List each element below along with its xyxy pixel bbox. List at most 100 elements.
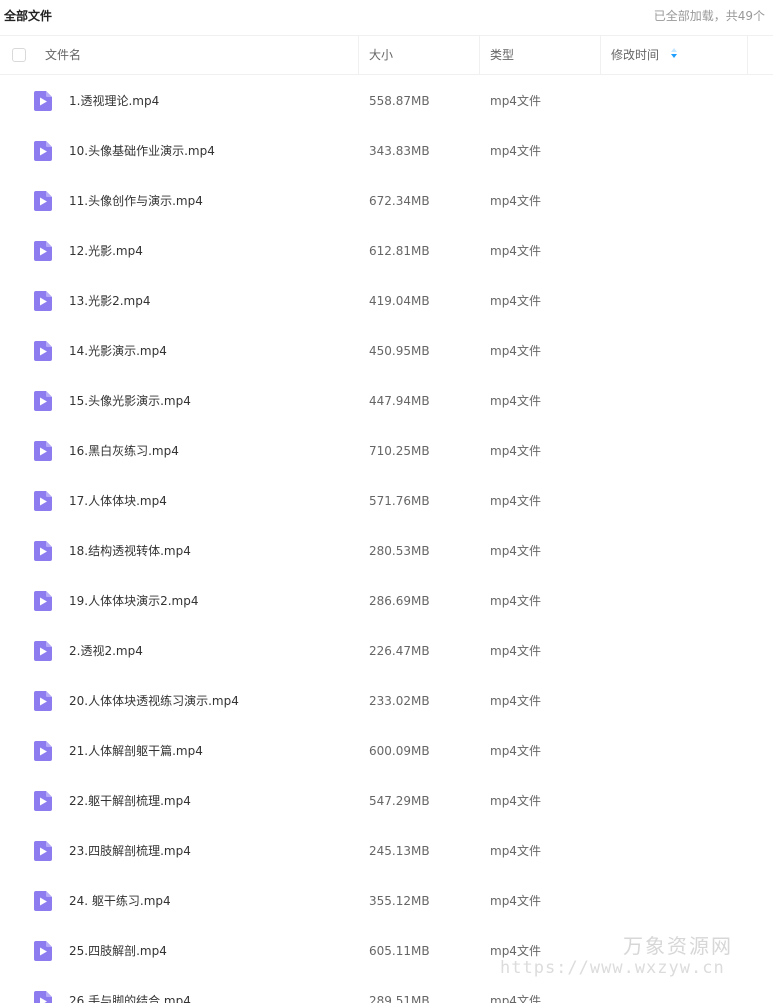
column-divider[interactable]	[479, 36, 480, 74]
column-divider[interactable]	[358, 36, 359, 74]
file-type: mp4文件	[490, 244, 541, 258]
file-size: 280.53MB	[369, 544, 430, 558]
column-divider[interactable]	[600, 36, 601, 74]
file-row[interactable]: 12.光影.mp4 612.81MB mp4文件	[0, 226, 773, 276]
column-size-header[interactable]: 大小	[369, 36, 393, 74]
column-modified-label: 修改时间	[611, 48, 660, 62]
file-name[interactable]: 12.光影.mp4	[69, 226, 143, 276]
file-row[interactable]: 13.光影2.mp4 419.04MB mp4文件	[0, 276, 773, 326]
file-type: mp4文件	[490, 294, 541, 308]
file-size: 558.87MB	[369, 94, 430, 108]
column-name-header[interactable]: 文件名	[45, 36, 81, 74]
file-name[interactable]: 21.人体解剖躯干篇.mp4	[69, 726, 203, 776]
file-name[interactable]: 13.光影2.mp4	[69, 276, 150, 326]
video-file-icon[interactable]	[34, 591, 52, 611]
file-row[interactable]: 17.人体体块.mp4 571.76MB mp4文件	[0, 476, 773, 526]
video-file-icon[interactable]	[34, 841, 52, 861]
file-type: mp4文件	[490, 144, 541, 158]
file-size: 710.25MB	[369, 444, 430, 458]
file-row[interactable]: 25.四肢解剖.mp4 605.11MB mp4文件	[0, 926, 773, 976]
video-file-icon[interactable]	[34, 241, 52, 261]
file-size: 612.81MB	[369, 244, 430, 258]
video-file-icon[interactable]	[34, 291, 52, 311]
file-type: mp4文件	[490, 644, 541, 658]
file-size: 343.83MB	[369, 144, 430, 158]
file-row[interactable]: 11.头像创作与演示.mp4 672.34MB mp4文件	[0, 176, 773, 226]
topbar: 全部文件 已全部加载，共49个	[0, 0, 773, 34]
file-row[interactable]: 18.结构透视转体.mp4 280.53MB mp4文件	[0, 526, 773, 576]
file-name[interactable]: 26.手与脚的结合.mp4	[69, 976, 191, 1003]
file-row[interactable]: 22.躯干解剖梳理.mp4 547.29MB mp4文件	[0, 776, 773, 826]
file-row[interactable]: 20.人体体块透视练习演示.mp4 233.02MB mp4文件	[0, 676, 773, 726]
file-row[interactable]: 24. 躯干练习.mp4 355.12MB mp4文件	[0, 876, 773, 926]
select-all-checkbox[interactable]	[12, 48, 26, 62]
video-file-icon[interactable]	[34, 541, 52, 561]
video-file-icon[interactable]	[34, 891, 52, 911]
file-size: 226.47MB	[369, 644, 430, 658]
file-manager: 全部文件 已全部加载，共49个 文件名 大小 类型 修改时间 1.透视理论.mp…	[0, 0, 773, 1003]
video-file-icon[interactable]	[34, 991, 52, 1003]
file-row[interactable]: 15.头像光影演示.mp4 447.94MB mp4文件	[0, 376, 773, 426]
file-size: 289.51MB	[369, 994, 430, 1003]
file-row[interactable]: 2.透视2.mp4 226.47MB mp4文件	[0, 626, 773, 676]
file-type: mp4文件	[490, 444, 541, 458]
file-size: 605.11MB	[369, 944, 430, 958]
file-size: 233.02MB	[369, 694, 430, 708]
file-size: 419.04MB	[369, 294, 430, 308]
file-name[interactable]: 16.黑白灰练习.mp4	[69, 426, 179, 476]
video-file-icon[interactable]	[34, 641, 52, 661]
file-list: 1.透视理论.mp4 558.87MB mp4文件 10.头像基础作业演示.mp4 34…	[0, 76, 773, 1003]
file-name[interactable]: 22.躯干解剖梳理.mp4	[69, 776, 191, 826]
file-type: mp4文件	[490, 544, 541, 558]
file-name[interactable]: 15.头像光影演示.mp4	[69, 376, 191, 426]
file-size: 547.29MB	[369, 794, 430, 808]
column-divider[interactable]	[747, 36, 748, 74]
video-file-icon[interactable]	[34, 391, 52, 411]
file-type: mp4文件	[490, 994, 541, 1003]
file-name[interactable]: 11.头像创作与演示.mp4	[69, 176, 203, 226]
column-type-header[interactable]: 类型	[490, 36, 514, 74]
file-name[interactable]: 1.透视理论.mp4	[69, 76, 159, 126]
video-file-icon[interactable]	[34, 441, 52, 461]
video-file-icon[interactable]	[34, 141, 52, 161]
file-row[interactable]: 26.手与脚的结合.mp4 289.51MB mp4文件	[0, 976, 773, 1003]
file-name[interactable]: 20.人体体块透视练习演示.mp4	[69, 676, 239, 726]
file-type: mp4文件	[490, 394, 541, 408]
file-name[interactable]: 25.四肢解剖.mp4	[69, 926, 167, 976]
video-file-icon[interactable]	[34, 191, 52, 211]
file-name[interactable]: 18.结构透视转体.mp4	[69, 526, 191, 576]
file-row[interactable]: 1.透视理论.mp4 558.87MB mp4文件	[0, 76, 773, 126]
video-file-icon[interactable]	[34, 791, 52, 811]
file-name[interactable]: 17.人体体块.mp4	[69, 476, 167, 526]
video-file-icon[interactable]	[34, 491, 52, 511]
file-name[interactable]: 19.人体体块演示2.mp4	[69, 576, 198, 626]
file-name[interactable]: 2.透视2.mp4	[69, 626, 143, 676]
table-header: 文件名 大小 类型 修改时间	[0, 35, 773, 75]
file-row[interactable]: 16.黑白灰练习.mp4 710.25MB mp4文件	[0, 426, 773, 476]
file-type: mp4文件	[490, 894, 541, 908]
video-file-icon[interactable]	[34, 691, 52, 711]
file-type: mp4文件	[490, 694, 541, 708]
file-name[interactable]: 14.光影演示.mp4	[69, 326, 167, 376]
file-type: mp4文件	[490, 794, 541, 808]
file-row[interactable]: 14.光影演示.mp4 450.95MB mp4文件	[0, 326, 773, 376]
file-name[interactable]: 23.四肢解剖梳理.mp4	[69, 826, 191, 876]
file-name[interactable]: 24. 躯干练习.mp4	[69, 876, 171, 926]
file-type: mp4文件	[490, 844, 541, 858]
video-file-icon[interactable]	[34, 741, 52, 761]
file-name[interactable]: 10.头像基础作业演示.mp4	[69, 126, 215, 176]
sort-desc-icon[interactable]	[670, 47, 677, 58]
video-file-icon[interactable]	[34, 941, 52, 961]
file-row[interactable]: 19.人体体块演示2.mp4 286.69MB mp4文件	[0, 576, 773, 626]
file-type: mp4文件	[490, 944, 541, 958]
video-file-icon[interactable]	[34, 91, 52, 111]
column-modified-header[interactable]: 修改时间	[611, 36, 677, 74]
video-file-icon[interactable]	[34, 341, 52, 361]
file-type: mp4文件	[490, 494, 541, 508]
file-size: 245.13MB	[369, 844, 430, 858]
file-type: mp4文件	[490, 344, 541, 358]
file-row[interactable]: 21.人体解剖躯干篇.mp4 600.09MB mp4文件	[0, 726, 773, 776]
file-row[interactable]: 10.头像基础作业演示.mp4 343.83MB mp4文件	[0, 126, 773, 176]
file-row[interactable]: 23.四肢解剖梳理.mp4 245.13MB mp4文件	[0, 826, 773, 876]
file-size: 672.34MB	[369, 194, 430, 208]
